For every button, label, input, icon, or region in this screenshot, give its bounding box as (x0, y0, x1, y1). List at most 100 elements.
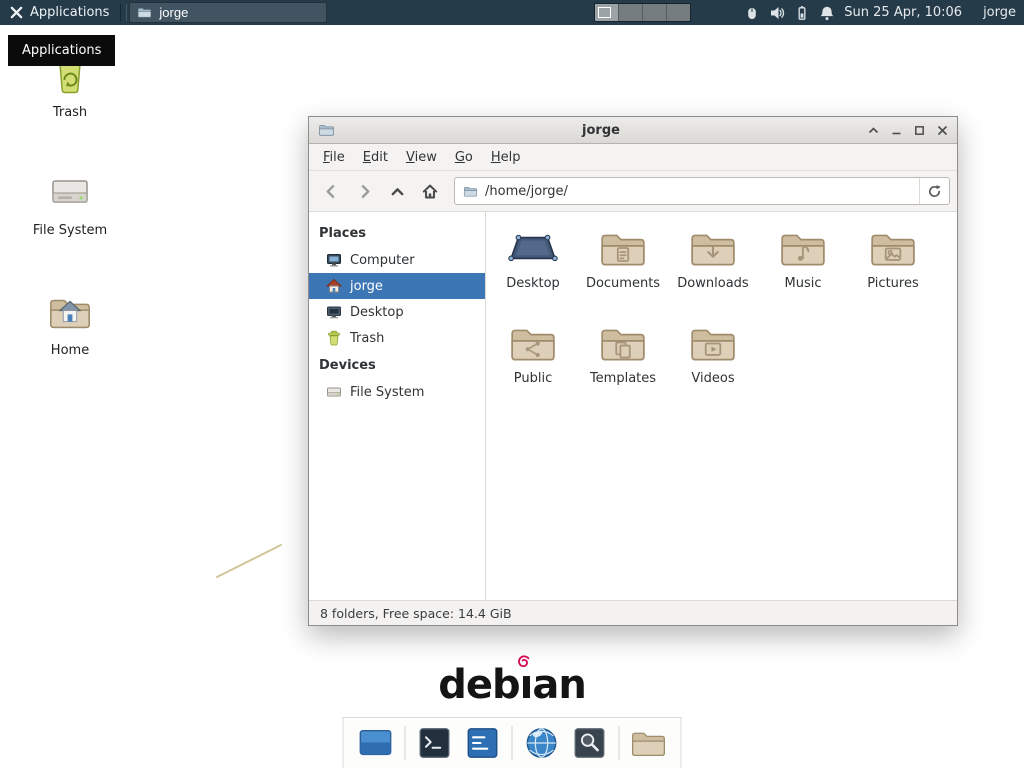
workspace-window-preview (598, 7, 611, 18)
mouse-icon[interactable] (744, 5, 760, 21)
folder-item-documents[interactable]: Documents (579, 228, 667, 323)
home-icon (421, 182, 439, 200)
workspace-4[interactable] (667, 4, 690, 21)
folder-icon (630, 727, 668, 760)
status-bar: 8 folders, Free space: 14.4 GiB (309, 600, 957, 625)
applications-menu-button[interactable]: Applications (0, 0, 118, 25)
forward-button[interactable] (349, 176, 379, 206)
places-sidebar: Places Computer jorge (309, 212, 486, 600)
menu-go[interactable]: Go (446, 146, 482, 169)
window-titlebar[interactable]: jorge (309, 117, 957, 144)
status-text: 8 folders, Free space: 14.4 GiB (320, 606, 512, 621)
window-title: jorge (341, 123, 861, 138)
music-folder-icon (778, 228, 828, 270)
applications-tooltip: Applications (8, 35, 115, 66)
folder-item-downloads[interactable]: Downloads (669, 228, 757, 323)
globe-icon (524, 725, 560, 761)
workspace-1[interactable] (595, 4, 619, 21)
path-text[interactable]: /home/jorge/ (485, 184, 912, 199)
menu-help[interactable]: Help (482, 146, 530, 169)
magnifier-icon (572, 725, 608, 761)
dock-separator (405, 726, 406, 760)
dock-separator (512, 726, 513, 760)
folder-label: Music (785, 276, 822, 291)
taskbar-item-jorge[interactable]: jorge (129, 2, 327, 23)
file-manager-window: jorge File Edit View Go Help (308, 116, 958, 626)
places-header: Places (309, 219, 485, 247)
folder-item-videos[interactable]: Videos (669, 323, 757, 418)
dock-icon-search[interactable] (571, 724, 609, 762)
desktop-icon-label: Trash (53, 105, 87, 120)
dock-icon-web-browser[interactable] (523, 724, 561, 762)
debian-logo-text: an (532, 662, 585, 708)
minimize-button[interactable] (890, 124, 902, 136)
sidebar-item-label: Desktop (350, 305, 404, 320)
pictures-folder-icon (868, 228, 918, 270)
desktop-monitor-icon (326, 304, 342, 320)
desktop-icon-label: Home (51, 343, 89, 358)
maximize-button[interactable] (913, 124, 925, 136)
menu-edit[interactable]: Edit (354, 146, 397, 169)
folder-item-desktop[interactable]: Desktop (489, 228, 577, 323)
debian-logo-text: ı (520, 662, 533, 708)
folder-label: Documents (586, 276, 660, 291)
home-folder-icon (47, 290, 93, 334)
notifications-bell-icon[interactable] (819, 5, 835, 21)
trash-icon (326, 330, 342, 346)
battery-icon[interactable] (794, 5, 810, 21)
workspace-switcher[interactable] (594, 3, 691, 22)
dock-icon-desktop[interactable] (357, 724, 395, 762)
dock-icon-file-manager[interactable] (630, 724, 668, 762)
toolbar: /home/jorge/ (309, 171, 957, 212)
folder-item-templates[interactable]: Templates (579, 323, 667, 418)
clock[interactable]: Sun 25 Apr, 10:06 (844, 5, 962, 20)
sidebar-item-jorge[interactable]: jorge (309, 273, 485, 299)
computer-icon (326, 252, 342, 268)
home-button[interactable] (415, 176, 445, 206)
desktop-icon-file-system[interactable]: File System (24, 170, 116, 238)
desktop-icon-home[interactable]: Home (24, 290, 116, 358)
path-bar[interactable]: /home/jorge/ (454, 177, 950, 205)
folder-item-music[interactable]: Music (759, 228, 847, 323)
folder-view: Desktop Documents (486, 212, 957, 600)
dock-icon-terminal[interactable] (416, 724, 454, 762)
taskbar-item-label: jorge (159, 5, 188, 20)
debian-logo-text: deb (438, 662, 519, 708)
menu-view[interactable]: View (397, 146, 446, 169)
top-panel: Applications jorge (0, 0, 1024, 25)
folder-label: Pictures (867, 276, 918, 291)
dock-separator (619, 726, 620, 760)
sidebar-item-computer[interactable]: Computer (309, 247, 485, 273)
volume-icon[interactable] (769, 5, 785, 21)
folder-item-pictures[interactable]: Pictures (849, 228, 937, 323)
folder-label: Public (514, 371, 552, 386)
dock-icon-terminal-alt[interactable] (464, 724, 502, 762)
sidebar-item-trash[interactable]: Trash (309, 325, 485, 351)
reload-button[interactable] (919, 178, 949, 204)
applications-menu-label: Applications (30, 5, 109, 20)
folder-label: Videos (691, 371, 734, 386)
workspace-2[interactable] (619, 4, 643, 21)
up-button[interactable] (382, 176, 412, 206)
folder-label: Templates (590, 371, 656, 386)
panel-user-label: jorge (983, 5, 1016, 20)
sidebar-item-label: File System (350, 385, 424, 400)
workspace-3[interactable] (643, 4, 667, 21)
shade-button[interactable] (867, 124, 879, 136)
sidebar-item-desktop[interactable]: Desktop (309, 299, 485, 325)
close-button[interactable] (936, 124, 948, 136)
desktop-surface-icon (508, 228, 558, 270)
menu-file[interactable]: File (314, 146, 354, 169)
back-button[interactable] (316, 176, 346, 206)
bottom-dock (343, 717, 682, 768)
templates-folder-icon (598, 323, 648, 365)
downloads-folder-icon (688, 228, 738, 270)
folder-item-public[interactable]: Public (489, 323, 577, 418)
taskbar-window-icon (137, 6, 152, 19)
home-house-icon (326, 278, 342, 294)
sidebar-item-label: Trash (350, 331, 384, 346)
sidebar-item-file-system[interactable]: File System (309, 379, 485, 405)
documents-folder-icon (598, 228, 648, 270)
reload-icon (927, 184, 942, 199)
debian-swirl-icon (518, 655, 531, 668)
